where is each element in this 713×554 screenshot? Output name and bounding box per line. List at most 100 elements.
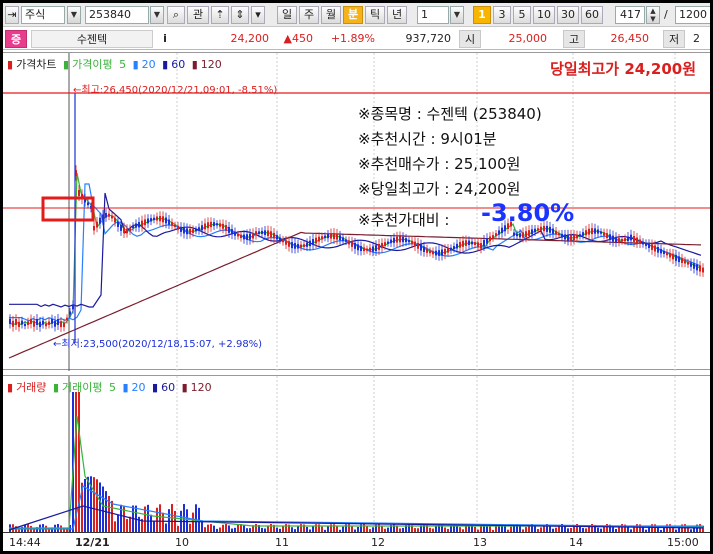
price-candle	[633, 236, 635, 242]
price-candle	[9, 318, 11, 324]
price-candle	[126, 228, 128, 234]
price-candle	[627, 236, 629, 242]
price-candle	[480, 243, 482, 249]
price-candle	[279, 237, 281, 241]
price-candle	[399, 236, 401, 243]
minute-30-button[interactable]: 30	[557, 6, 579, 24]
price-candle	[96, 221, 98, 228]
price-candle	[651, 244, 653, 250]
minute-3-button[interactable]: 3	[493, 6, 511, 24]
price-candle	[540, 226, 542, 231]
price-candle	[672, 253, 674, 260]
price-candle	[495, 233, 497, 236]
price-candle	[291, 242, 293, 249]
price-candle	[573, 234, 575, 240]
minute-10-button[interactable]: 10	[533, 6, 555, 24]
price-candle	[375, 245, 377, 252]
price-candle	[105, 213, 107, 218]
price-candle	[552, 228, 554, 234]
ratio-value: -3.80%	[481, 199, 575, 227]
volume-bar	[102, 486, 104, 532]
total-count-input[interactable]: 1200	[675, 6, 710, 24]
info-icon[interactable]: i	[155, 30, 175, 48]
period-month[interactable]: 월	[321, 6, 341, 24]
updown-icon[interactable]: ⇕	[231, 6, 249, 24]
pin-icon[interactable]: ⇥	[5, 6, 19, 24]
price-candle	[21, 320, 23, 325]
price-candle	[396, 236, 398, 243]
volume-legend: ▮ 거래량 ▮ 거래이평 5 ▮ 20 ▮ 60 ▮ 120	[7, 381, 212, 394]
price-chart-svg	[3, 53, 710, 371]
volume-bar	[606, 524, 608, 532]
period-tick[interactable]: 틱	[365, 6, 385, 24]
interval-dropdown-icon[interactable]: ▼	[450, 6, 464, 24]
legend-ma120: 120	[200, 58, 222, 71]
count-stepper[interactable]: ▲ ▼	[646, 6, 660, 24]
x-label-7: 15:00	[667, 536, 699, 549]
price-candle	[66, 317, 68, 321]
price-candle	[69, 311, 71, 315]
price-candle	[516, 233, 518, 237]
price-candle	[657, 246, 659, 253]
interval-select[interactable]: 1	[417, 6, 449, 24]
price-candle	[579, 234, 581, 237]
main-toolbar: ⇥ 주식 ▼ 253840 ▼ ⌕ 관 ⇡ ⇕ ▾ 일 주 월 분 틱 년 1 …	[3, 3, 710, 27]
volume-bar	[165, 523, 167, 532]
count-separator: /	[664, 8, 668, 21]
volume-chart-panel[interactable]: ▮ 거래량 ▮ 거래이평 5 ▮ 20 ▮ 60 ▮ 120	[3, 375, 710, 533]
price-candle	[276, 235, 278, 240]
volume-bar	[186, 509, 188, 532]
volume-bar	[129, 516, 131, 532]
stock-code-input[interactable]: 253840	[85, 6, 149, 24]
prev-stock-icon[interactable]: ⇡	[211, 6, 229, 24]
price-candle	[303, 244, 305, 247]
price-candle	[87, 202, 89, 206]
period-week[interactable]: 주	[299, 6, 319, 24]
volume-bar	[159, 504, 161, 532]
price-candle	[354, 242, 356, 249]
price-candle	[165, 217, 167, 224]
legend-price-chart: 가격차트	[16, 58, 57, 71]
period-year[interactable]: 년	[387, 6, 407, 24]
price-candle	[156, 216, 158, 221]
search-icon[interactable]: ⌕	[167, 6, 185, 24]
price-candle	[255, 231, 257, 236]
minute-1-button[interactable]: 1	[473, 6, 491, 24]
period-minute[interactable]: 분	[343, 6, 363, 24]
volume-bar	[78, 392, 80, 532]
price-candle	[522, 232, 524, 238]
count-input[interactable]: 417	[615, 6, 645, 24]
price-candle	[423, 246, 425, 252]
more-icon[interactable]: ▾	[251, 6, 265, 24]
price-candle	[324, 235, 326, 239]
price-candle	[162, 216, 164, 223]
volume-bar	[195, 504, 197, 532]
price-candle	[447, 248, 449, 253]
minute-60-button[interactable]: 60	[581, 6, 603, 24]
price-candle	[702, 267, 704, 273]
price-chart-panel[interactable]: ▮ 가격차트 ▮ 가격이평 5 ▮ 20 ▮ 60 ▮ 120 당일최고가 24,200원…	[3, 52, 710, 371]
market-select[interactable]: 주식	[21, 6, 65, 24]
minute-5-button[interactable]: 5	[513, 6, 531, 24]
price-candle	[60, 321, 62, 328]
price-candle	[39, 321, 41, 328]
volume-bar	[363, 524, 365, 532]
price-candle	[525, 231, 527, 238]
x-label-6: 14	[569, 536, 583, 549]
price-candle	[57, 319, 59, 325]
price-candle	[330, 233, 332, 239]
price-candle	[606, 233, 608, 238]
price-candle	[240, 234, 242, 239]
code-dropdown-icon[interactable]: ▼	[150, 6, 164, 24]
volume-bar	[189, 523, 191, 532]
price-candle	[600, 231, 602, 234]
price-candle	[570, 234, 572, 241]
price-candle	[270, 231, 272, 238]
legend-price-ma: 가격이평	[72, 58, 113, 71]
period-day[interactable]: 일	[277, 6, 297, 24]
watch-button[interactable]: 관	[187, 6, 209, 24]
legend-vma5: 5	[108, 381, 116, 394]
volume-bar	[408, 524, 410, 532]
chevron-down-icon[interactable]: ▼	[67, 6, 81, 24]
price-candle	[222, 223, 224, 229]
